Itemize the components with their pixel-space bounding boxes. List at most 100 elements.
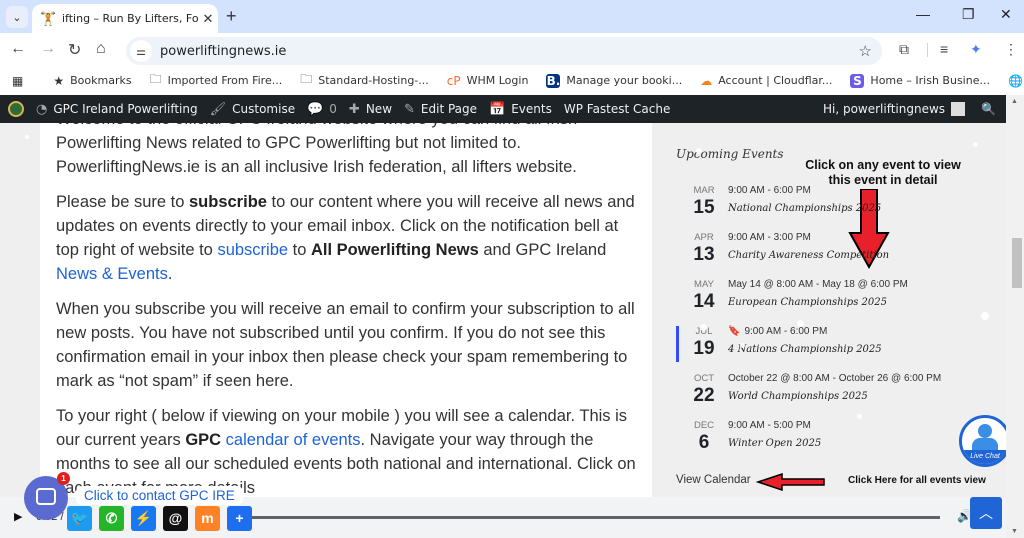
folder-icon: 🗀 — [149, 72, 162, 86]
main-content: Welcome to the official GPC Ireland webs… — [40, 123, 652, 538]
snow-particle — [700, 324, 707, 331]
event-title-link[interactable]: Charity Awareness Competition — [728, 250, 889, 261]
scrollbar-thumb[interactable] — [1012, 238, 1022, 288]
scroll-to-top-button[interactable]: ︿ — [970, 497, 1002, 529]
booking-icon: B. — [546, 73, 561, 88]
event-title-link[interactable]: Winter Open 2025 — [728, 438, 821, 449]
event-item[interactable]: DEC 6 9:00 AM - 5:00 PM Winter Open 2025 — [676, 420, 976, 464]
extensions-icon[interactable]: ⧉ — [899, 41, 909, 58]
subscribe-link[interactable]: subscribe — [217, 241, 288, 259]
wp-fastest-cache[interactable]: WP Fastest Cache — [564, 102, 671, 116]
twitter-share-button[interactable]: 🐦 — [67, 506, 92, 531]
wp-edit-page[interactable]: ✎ Edit Page — [404, 102, 477, 117]
url-text[interactable]: powerliftingnews.ie — [160, 44, 286, 59]
audio-progress-track[interactable] — [250, 516, 940, 519]
bookmark-star-icon[interactable]: ☆ — [859, 42, 872, 60]
chat-icon — [36, 488, 56, 505]
whatsapp-share-button[interactable]: ✆ — [99, 506, 124, 531]
snow-particle — [973, 142, 978, 147]
home-button[interactable]: ⌂ — [96, 40, 106, 58]
agent-body-icon — [972, 438, 998, 450]
featured-indicator — [676, 326, 679, 362]
snow-particle — [740, 343, 745, 348]
bookmark-item[interactable]: S Home – Irish Busine... — [850, 73, 990, 88]
bookmark-item[interactable]: 🌐Adobe Acrobat — [1008, 74, 1024, 88]
wp-greeting[interactable]: Hi, powerliftingnews — [823, 102, 945, 116]
site-settings-icon[interactable]: ⚌ — [130, 40, 152, 62]
play-icon[interactable]: ▶ — [14, 510, 22, 523]
menu-icon[interactable]: ⋮ — [1004, 41, 1018, 58]
messenger-share-button[interactable]: ⚡ — [131, 506, 156, 531]
live-chat-button[interactable]: Live Chat — [959, 415, 1006, 467]
wp-admin-bar: ◔ GPC Ireland Powerlifting 🖌 Customise 💬 0 … — [0, 95, 1006, 123]
wp-events[interactable]: 📅 Events — [489, 102, 552, 117]
bookmark-item[interactable]: 🗀 Imported From Fire... — [150, 70, 283, 91]
search-icon[interactable]: 🔍 — [981, 102, 996, 116]
snow-particle — [696, 148, 702, 154]
chevron-up-icon: ︿ — [979, 505, 993, 521]
snow-particle — [857, 414, 862, 419]
news-events-link[interactable]: News & Events — [56, 265, 168, 283]
event-title-link[interactable]: World Championships 2025 — [728, 391, 868, 402]
paragraph-intro: Powerlifting News related to GPC Powerli… — [56, 134, 577, 176]
scroll-up-arrow[interactable]: ▲ — [1011, 98, 1018, 105]
back-button[interactable]: ← — [10, 40, 26, 58]
event-item-featured[interactable]: JUL 19 🔖 9:00 AM - 6:00 PM 4 Nations Cham… — [676, 326, 976, 370]
contact-tooltip[interactable]: Click to contact GPC IRE — [76, 486, 243, 505]
bookmarks-bar: ▦ ★ Bookmarks 🗀 Imported From Fire... 🗀 Sta… — [0, 66, 1024, 95]
snow-particle — [797, 320, 804, 327]
close-window-button[interactable]: ✕ — [1000, 6, 1012, 23]
new-tab-button[interactable]: + — [226, 6, 237, 27]
clipped-text: Welcome to the official GPC Ireland webs… — [56, 123, 577, 131]
close-tab-icon[interactable]: ✕ — [198, 11, 218, 27]
page-scrollbar[interactable]: ▲ ▼ — [1006, 95, 1024, 538]
browser-tab-active[interactable]: 🏋 ifting – Run By Lifters, For Lifters ✕ — [32, 4, 218, 33]
reload-button[interactable]: ↻ — [68, 40, 81, 60]
more-share-button[interactable]: + — [227, 506, 252, 531]
paragraph-confirm: When you subscribe you will receive an e… — [56, 300, 635, 390]
mix-share-button[interactable]: m — [195, 506, 220, 531]
forward-button[interactable]: → — [40, 40, 56, 58]
view-calendar-link[interactable]: View Calendar — [676, 474, 751, 486]
event-item[interactable]: APR 13 9:00 AM - 3:00 PM Charity Awarene… — [676, 232, 976, 276]
bookmark-item[interactable]: ★ Bookmarks — [53, 74, 131, 88]
event-title-link[interactable]: National Championships 2025 — [728, 203, 881, 214]
snow-particle — [981, 312, 989, 320]
wp-site-name[interactable]: ◔ GPC Ireland Powerlifting — [36, 102, 198, 117]
site-logo[interactable] — [8, 101, 24, 117]
hint-click-event: Click on any event to view this event in… — [805, 158, 961, 187]
bookmark-item[interactable]: cP WHM Login — [447, 74, 529, 88]
threads-share-button[interactable]: @ — [163, 506, 188, 531]
browser-tab-strip: ⌄ 🏋 ifting – Run By Lifters, For Lifters… — [0, 0, 1024, 33]
hint-all-events: Click Here for all events view — [848, 475, 986, 486]
calendar-link[interactable]: calendar of events — [226, 431, 361, 449]
bookmark-item[interactable]: ☁ Account | Cloudflar... — [700, 74, 832, 88]
apps-icon[interactable]: ▦ — [12, 74, 29, 88]
wp-customise[interactable]: 🖌 Customise — [210, 102, 295, 117]
event-item[interactable]: OCT 22 October 22 @ 8:00 AM - October 26… — [676, 373, 976, 417]
pencil-icon: ✎ — [404, 101, 415, 117]
event-title-link[interactable]: 4 Nations Championship 2025 — [728, 344, 882, 355]
wp-new[interactable]: ✚ New — [349, 102, 392, 117]
media-controls-icon[interactable]: ≡ — [940, 41, 948, 57]
gemini-icon[interactable]: ✦ — [970, 41, 982, 58]
scroll-down-arrow[interactable]: ▼ — [1011, 528, 1018, 535]
red-arrow-left-icon — [756, 473, 825, 491]
agent-head-icon — [978, 424, 992, 438]
wp-comments[interactable]: 💬 0 — [307, 102, 337, 117]
restore-button[interactable]: ❐ — [962, 6, 975, 23]
cpanel-icon: cP — [446, 73, 461, 88]
bookmark-item[interactable]: 🗀 Standard-Hosting-... — [300, 70, 429, 91]
address-bar[interactable]: ⚌ powerliftingnews.ie ☆ — [126, 37, 882, 65]
event-title-link[interactable]: European Championships 2025 — [728, 297, 887, 308]
bookmark-icon: 🔖 — [728, 326, 741, 337]
tab-search-button[interactable]: ⌄ — [6, 6, 28, 28]
avatar[interactable] — [951, 102, 966, 116]
star-icon: ★ — [53, 73, 65, 88]
minimize-button[interactable]: — — [916, 6, 930, 22]
bookmark-item[interactable]: B. Manage your booki... — [546, 73, 682, 88]
event-item[interactable]: MAR 15 9:00 AM - 6:00 PM National Champi… — [676, 185, 976, 229]
weightlifter-icon: 🏋 — [40, 10, 57, 26]
dashboard-icon: ◔ — [36, 101, 48, 117]
event-item[interactable]: MAY 14 May 14 @ 8:00 AM - May 18 @ 6:00 … — [676, 279, 976, 323]
